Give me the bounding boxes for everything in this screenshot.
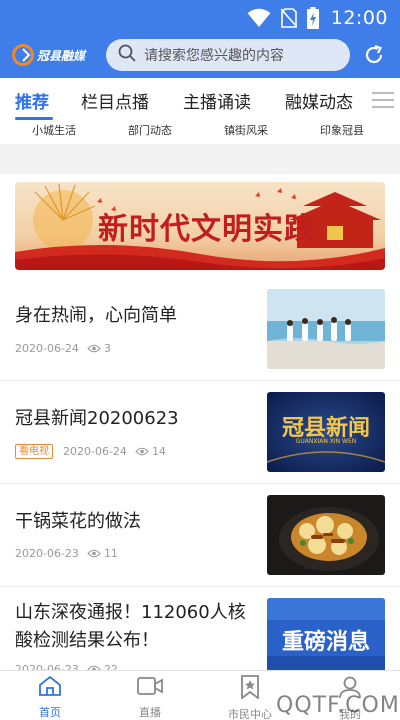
logo-mark-icon (12, 44, 34, 66)
home-icon (38, 675, 62, 701)
video-icon (137, 675, 163, 701)
search-input[interactable]: 请搜索您感兴趣的内容 (144, 45, 284, 65)
subcategory-bar: 小城生活 部门动态 镇街风采 印象冠县 (0, 120, 400, 144)
article-thumbnail: 冠县新闻 GUANXIAN XIN WEN (267, 392, 385, 472)
article-date: 2020-06-24 (15, 342, 79, 355)
status-bar: 12:00 (0, 0, 400, 36)
subcat-department-news[interactable]: 部门动态 (128, 122, 172, 138)
banner[interactable]: 新时代文明实践 (15, 182, 385, 270)
article-item[interactable]: 山东深夜通报！112060人核酸检测结果公布！ 2020-06-23 22 重磅… (0, 587, 400, 670)
article-meta: 2020-06-24 3 (15, 342, 111, 355)
wifi-icon (247, 8, 271, 28)
article-title: 冠县新闻20200623 (15, 408, 179, 429)
status-time: 12:00 (330, 7, 388, 29)
watermark: QQTF.COM (276, 693, 400, 718)
nav-home-label: 首页 (39, 706, 61, 719)
article-meta: 2020-06-23 22 (15, 663, 118, 670)
subcat-town-street[interactable]: 镇街风采 (224, 122, 268, 138)
tab-anchor-reading[interactable]: 主播诵读 (183, 88, 251, 113)
article-date: 2020-06-23 (15, 547, 79, 560)
tv-badge: 看电视 (15, 444, 53, 459)
nav-live-label: 直播 (139, 706, 161, 719)
article-title: 干锅菜花的做法 (15, 511, 141, 532)
article-item[interactable]: 干锅菜花的做法 2020-06-23 11 (0, 484, 400, 587)
article-views: 11 (103, 547, 118, 560)
article-meta: 看电视 2020-06-24 14 (15, 444, 166, 459)
article-meta: 2020-06-23 11 (15, 547, 118, 560)
eye-icon (87, 549, 101, 558)
thumb-title: 重磅消息 (281, 630, 370, 655)
article-date: 2020-06-23 (15, 663, 79, 670)
menu-icon[interactable] (372, 90, 394, 110)
article-title: 山东深夜通报！112060人核酸检测结果公布！ (15, 602, 246, 651)
article-thumbnail: 重磅消息 (267, 598, 385, 670)
article-views: 3 (103, 342, 111, 355)
search-icon (118, 44, 136, 66)
refresh-icon[interactable] (362, 43, 386, 67)
logo-text: 冠县融媒 (37, 48, 86, 63)
banner-title: 新时代文明实践 (98, 212, 315, 247)
article-item[interactable]: 身在热闹，心向简单 2020-06-24 3 (0, 278, 400, 381)
app-logo[interactable]: 冠县融媒 (12, 40, 94, 70)
nav-citizen-center[interactable]: 市民中心 (220, 675, 280, 720)
article-title: 身在热闹，心向简单 (15, 305, 177, 326)
search-bar[interactable]: 请搜索您感兴趣的内容 (106, 39, 350, 71)
article-date: 2020-06-24 (63, 445, 127, 458)
article-views: 14 (151, 445, 166, 458)
no-sim-icon (280, 8, 297, 28)
tab-recommend[interactable]: 推荐 (15, 88, 49, 113)
app-bar: 冠县融媒 请搜索您感兴趣的内容 (0, 37, 400, 73)
category-tabs: 推荐 栏目点播 主播诵读 融媒动态 (0, 80, 400, 120)
nav-live[interactable]: 直播 (120, 675, 180, 720)
article-views: 22 (103, 663, 118, 670)
tab-media-news[interactable]: 融媒动态 (285, 88, 353, 113)
eye-icon (87, 344, 101, 353)
battery-charging-icon (306, 7, 319, 29)
nav-home[interactable]: 首页 (20, 675, 80, 720)
news-feed: 新时代文明实践 身在热闹，心向简单 2020-06-24 3 冠县新闻20200… (0, 174, 400, 670)
tab-column-vod[interactable]: 栏目点播 (81, 88, 149, 113)
bookmark-star-icon (239, 675, 261, 703)
subcat-town-life[interactable]: 小城生活 (32, 122, 76, 138)
article-item[interactable]: 冠县新闻20200623 看电视 2020-06-24 14 冠县新闻 GUAN… (0, 381, 400, 484)
article-thumbnail (267, 289, 385, 369)
thumb-subtitle: GUANXIAN XIN WEN (295, 438, 357, 445)
section-divider (0, 144, 400, 174)
article-thumbnail (267, 495, 385, 575)
nav-citizen-center-label: 市民中心 (228, 708, 272, 720)
subcat-impression[interactable]: 印象冠县 (320, 122, 364, 138)
top-header: 12:00 冠县融媒 请搜索您感兴趣的内容 (0, 0, 400, 78)
eye-icon (135, 447, 149, 456)
